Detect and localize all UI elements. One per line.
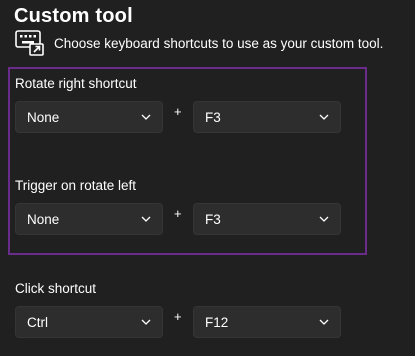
chevron-down-icon bbox=[318, 111, 330, 123]
click-key-dropdown[interactable]: F12 bbox=[193, 306, 341, 338]
custom-tool-page: Custom tool Choose keyboard shortcuts to… bbox=[0, 0, 415, 356]
page-description: Choose keyboard shortcuts to use as your… bbox=[54, 35, 384, 51]
rotate-left-key-dropdown[interactable]: F3 bbox=[193, 203, 341, 235]
page-title: Custom tool bbox=[14, 5, 133, 27]
dropdown-value: F12 bbox=[205, 314, 229, 330]
keyboard-shortcut-icon bbox=[15, 30, 45, 56]
dropdown-value: Ctrl bbox=[27, 314, 48, 330]
chevron-down-icon bbox=[140, 213, 152, 225]
description-row: Choose keyboard shortcuts to use as your… bbox=[15, 30, 383, 56]
chevron-down-icon bbox=[318, 316, 330, 328]
rotate-right-key-dropdown[interactable]: F3 bbox=[193, 101, 341, 133]
chevron-down-icon bbox=[140, 111, 152, 123]
chevron-down-icon bbox=[140, 316, 152, 328]
click-modifier-dropdown[interactable]: Ctrl bbox=[15, 306, 163, 338]
plus-sign: + bbox=[174, 206, 182, 221]
rotate-right-shortcut-label: Rotate right shortcut bbox=[15, 76, 137, 91]
rotate-right-modifier-dropdown[interactable]: None bbox=[15, 101, 163, 133]
dropdown-value: F3 bbox=[205, 211, 221, 227]
click-shortcut-label: Click shortcut bbox=[15, 281, 97, 296]
trigger-rotate-left-label: Trigger on rotate left bbox=[15, 178, 137, 193]
dropdown-value: F3 bbox=[205, 109, 221, 125]
plus-sign: + bbox=[174, 104, 182, 119]
rotate-left-modifier-dropdown[interactable]: None bbox=[15, 203, 163, 235]
dropdown-value: None bbox=[27, 211, 60, 227]
dropdown-value: None bbox=[27, 109, 60, 125]
plus-sign: + bbox=[174, 309, 182, 324]
chevron-down-icon bbox=[318, 213, 330, 225]
